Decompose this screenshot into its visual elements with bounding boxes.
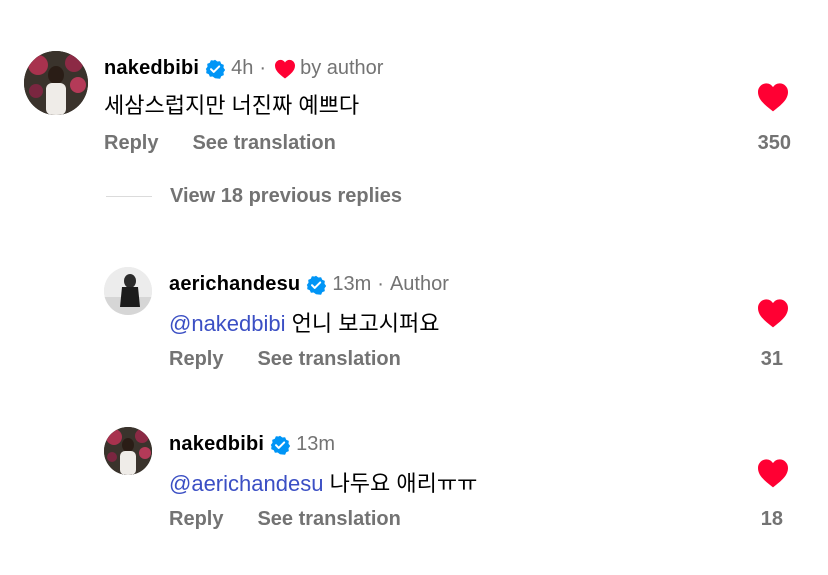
- like-heart-icon[interactable]: [756, 298, 790, 328]
- like-heart-icon[interactable]: [756, 82, 790, 112]
- meta-separator: ·: [259, 57, 267, 79]
- verified-badge-icon: [306, 275, 327, 295]
- view-previous-replies-button[interactable]: View 18 previous replies: [106, 185, 402, 208]
- author-tag: Author: [389, 273, 449, 295]
- comment-time: 13m: [332, 273, 372, 295]
- comment-username[interactable]: nakedbibi: [169, 433, 264, 456]
- view-previous-replies-label[interactable]: View 18 previous replies: [170, 185, 402, 208]
- avatar-nakedbibi[interactable]: [24, 51, 88, 115]
- comment-text: @aerichandesu 나두요 애리ㅠㅠ: [169, 466, 477, 498]
- like-count[interactable]: 31: [723, 348, 783, 371]
- meta-separator: ·: [377, 273, 384, 295]
- avatar-image: [24, 51, 88, 115]
- comment-time: 4h: [231, 57, 254, 79]
- reply-button[interactable]: Reply: [169, 508, 223, 531]
- like-count[interactable]: 18: [723, 508, 783, 531]
- like-heart-icon[interactable]: [756, 458, 790, 488]
- comment-username[interactable]: nakedbibi: [104, 57, 199, 80]
- reply-button[interactable]: Reply: [169, 348, 223, 371]
- comment-text: @nakedbibi 언니 보고시퍼요: [169, 306, 439, 338]
- like-count[interactable]: 350: [731, 132, 791, 155]
- mention-link[interactable]: @aerichandesu: [169, 471, 323, 496]
- reply-button[interactable]: Reply: [104, 132, 158, 155]
- comment-time: 13m: [296, 433, 336, 455]
- comment-text-body: 언니 보고시퍼요: [291, 311, 440, 336]
- comment-text-body: 나두요 애리ㅠㅠ: [329, 471, 478, 496]
- author-liked-heart-icon: [274, 59, 296, 79]
- avatar-aerichandesu[interactable]: [104, 267, 152, 315]
- avatar-image: [104, 267, 152, 315]
- divider-line: [106, 196, 152, 197]
- comment-text: 세삼스럽지만 너진짜 예쁘다: [104, 93, 360, 118]
- avatar-image: [104, 427, 152, 475]
- see-translation-button[interactable]: See translation: [257, 348, 400, 371]
- comment-username[interactable]: aerichandesu: [169, 273, 300, 296]
- see-translation-button[interactable]: See translation: [192, 132, 335, 155]
- verified-badge-icon: [270, 435, 291, 455]
- liked-by-author-label: by author: [300, 57, 384, 79]
- verified-badge-icon: [205, 59, 226, 79]
- see-translation-button[interactable]: See translation: [257, 508, 400, 531]
- avatar-nakedbibi[interactable]: [104, 427, 152, 475]
- mention-link[interactable]: @nakedbibi: [169, 311, 286, 336]
